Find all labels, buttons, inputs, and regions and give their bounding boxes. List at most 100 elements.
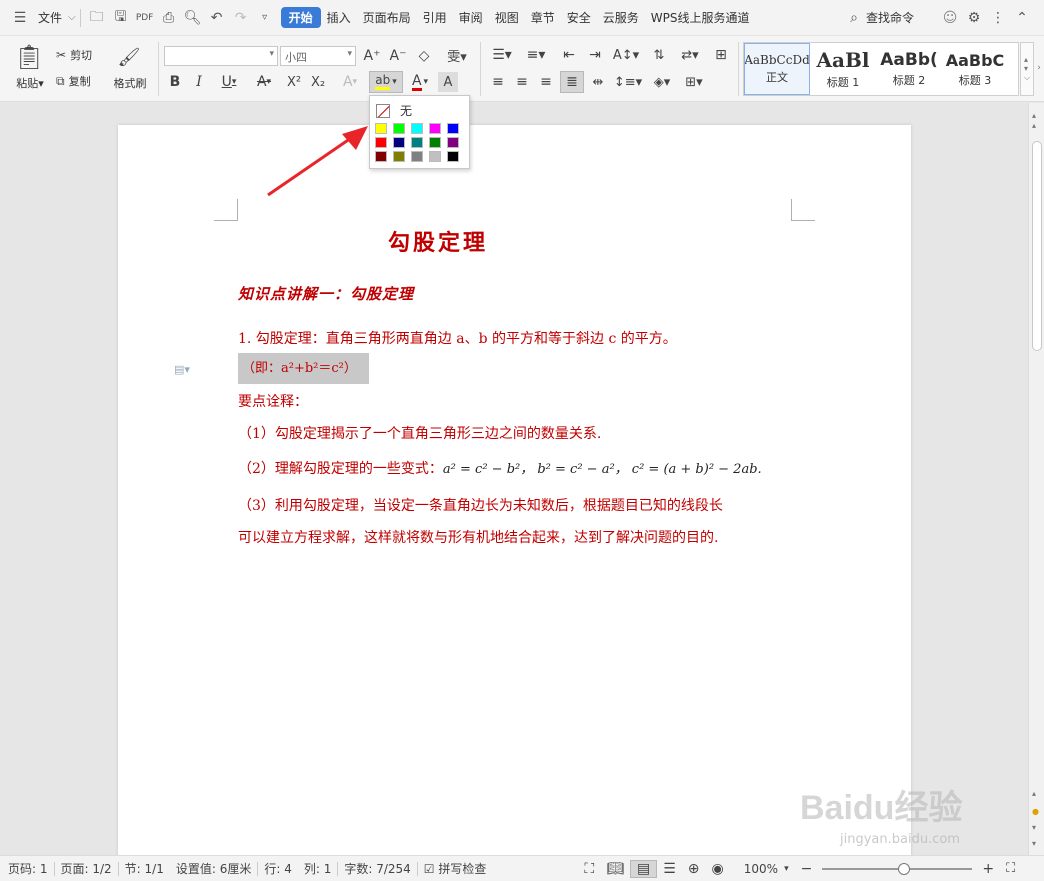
tab-review[interactable]: 审阅	[453, 9, 489, 26]
zoom-slider-thumb[interactable]	[898, 862, 911, 875]
bold-icon[interactable]: B	[166, 72, 184, 92]
strikethrough-icon[interactable]: A ▾	[250, 72, 278, 92]
font-size-select[interactable]: 小四	[280, 46, 356, 66]
pdf-icon[interactable]: PDF	[133, 6, 157, 30]
search-command[interactable]: 查找命令	[866, 9, 920, 26]
outline-view-icon[interactable]: ☰	[657, 861, 682, 877]
highlight-color-swatch[interactable]	[429, 137, 441, 148]
format-painter-icon[interactable]: 🖌︎	[116, 44, 142, 70]
tab-page-layout[interactable]: 页面布局	[357, 9, 417, 26]
tab-view[interactable]: 视图	[489, 9, 525, 26]
highlight-color-swatch[interactable]	[429, 123, 441, 134]
scroll-up-icon[interactable]: ▴	[1032, 121, 1036, 130]
tab-home[interactable]: 开始	[280, 7, 321, 28]
status-section[interactable]: 节: 1/1	[119, 860, 170, 877]
tab-insert[interactable]: 插入	[321, 9, 357, 26]
preview-icon[interactable]: 🔍︎	[181, 6, 205, 30]
italic-icon[interactable]: I	[190, 72, 208, 92]
highlight-color-swatch[interactable]	[447, 151, 459, 162]
web-view-icon[interactable]: ⊕	[682, 861, 706, 877]
zoom-in-icon[interactable]: +	[976, 861, 1000, 877]
ribbon-scroll-right-icon[interactable]: ›	[1034, 60, 1044, 76]
sort-icon[interactable]: ⇅	[648, 44, 670, 66]
shrink-font-icon[interactable]: A⁻	[388, 46, 408, 66]
zoom-chevron-icon[interactable]: ▾	[784, 864, 789, 874]
scroll-down-icon[interactable]: ▾	[1032, 839, 1036, 848]
zoom-level[interactable]: 100%	[738, 862, 784, 876]
superscript-icon[interactable]: X²	[284, 72, 304, 92]
open-icon[interactable]: 🗀	[85, 6, 109, 30]
highlight-color-swatch[interactable]	[393, 137, 405, 148]
show-marks-icon[interactable]: ⇄▾	[676, 44, 704, 66]
scroll-up-icon[interactable]: ▴	[1032, 111, 1036, 120]
eye-protection-icon[interactable]: ◉	[706, 861, 730, 877]
style-heading-2[interactable]: AaBb( 标题 2	[876, 43, 942, 95]
align-left-icon[interactable]: ≡	[488, 72, 508, 92]
zoom-slider[interactable]	[822, 862, 973, 875]
paste-button[interactable]: 粘贴 ▾	[8, 76, 52, 91]
tab-wps-online[interactable]: WPS线上服务通道	[645, 9, 756, 26]
style-normal[interactable]: AaBbCcDd 正文	[744, 43, 810, 95]
status-word-count[interactable]: 字数: 7/254	[338, 860, 416, 877]
char-shading-icon[interactable]: A	[438, 72, 458, 92]
document-page[interactable]: 勾股定理 知识点讲解一：勾股定理 1. 勾股定理：直角三角形两直角边 a、b 的…	[118, 125, 911, 865]
spellcheck-button[interactable]: ☑ 拼写检查	[418, 860, 493, 877]
format-painter-button[interactable]: 格式刷	[108, 76, 152, 90]
align-center-icon[interactable]: ≡	[512, 72, 532, 92]
vertical-scrollbar[interactable]: ▴ ▴ ▴ ● ▾ ▾	[1028, 103, 1044, 855]
line-spacing-icon[interactable]: ↕≡▾	[614, 72, 642, 92]
zoom-out-icon[interactable]: −	[795, 861, 819, 877]
paste-icon[interactable]: 📋︎	[14, 42, 44, 72]
style-heading-1[interactable]: AaBl 标题 1	[810, 43, 876, 95]
tab-security[interactable]: 安全	[561, 9, 597, 26]
more-icon[interactable]: ⋮	[986, 6, 1010, 30]
scroll-select-browse-icon[interactable]: ●	[1032, 807, 1039, 816]
text-effect-icon[interactable]: A ▾	[336, 72, 364, 92]
highlight-color-swatch[interactable]	[411, 151, 423, 162]
status-page[interactable]: 页面: 1/2	[55, 860, 118, 877]
distribute-icon[interactable]: ⇹	[588, 72, 608, 92]
close-icon[interactable]: ⌃	[1010, 6, 1034, 30]
highlight-color-button[interactable]: ab ▾	[369, 71, 403, 93]
phonetic-icon[interactable]: 雯▾	[442, 44, 472, 66]
subscript-icon[interactable]: X₂	[308, 72, 328, 92]
table-border-icon[interactable]: ⊞	[710, 44, 732, 66]
clear-format-icon[interactable]: ◇	[414, 46, 434, 66]
feedback-icon[interactable]: ☺	[938, 6, 962, 30]
font-name-select[interactable]	[164, 46, 278, 66]
fullscreen-icon[interactable]: ⛶	[578, 861, 600, 877]
scrollbar-thumb[interactable]	[1032, 141, 1042, 351]
scroll-prev-page-icon[interactable]: ▴	[1032, 789, 1036, 798]
print-icon[interactable]: ⎙	[157, 6, 181, 30]
no-highlight-option[interactable]: 无	[376, 102, 412, 119]
highlight-color-swatch[interactable]	[447, 137, 459, 148]
tab-cloud[interactable]: 云服务	[597, 9, 645, 26]
file-menu[interactable]: 文件	[32, 9, 68, 26]
styles-scroll-icon[interactable]: ▴ ▾ ⌵	[1020, 42, 1034, 96]
status-setting[interactable]: 设置值: 6厘米	[170, 860, 258, 877]
file-menu-chevron-icon[interactable]: ⌵	[68, 12, 76, 23]
menu-icon[interactable]: ☰	[8, 6, 32, 30]
increase-indent-icon[interactable]: ⇥	[584, 44, 606, 66]
settings-icon[interactable]: ⚙	[962, 6, 986, 30]
save-icon[interactable]: 🖫	[109, 6, 133, 30]
style-heading-3[interactable]: AaBbC 标题 3	[942, 43, 1008, 95]
cut-button[interactable]: ✂ 剪切	[56, 46, 92, 64]
highlight-color-swatch[interactable]	[411, 123, 423, 134]
highlight-color-swatch[interactable]	[411, 137, 423, 148]
page-view-icon[interactable]: ▤	[630, 859, 658, 878]
quick-access-chevron-icon[interactable]: ▿	[253, 6, 277, 30]
read-mode-icon[interactable]: 📖︎	[600, 861, 630, 877]
tab-chapter[interactable]: 章节	[525, 9, 561, 26]
font-color-button[interactable]: A ▾	[406, 72, 434, 92]
redo-icon[interactable]: ↷	[229, 6, 253, 30]
decrease-indent-icon[interactable]: ⇤	[558, 44, 580, 66]
status-page-code[interactable]: 页码: 1	[0, 860, 54, 877]
align-right-icon[interactable]: ≡	[536, 72, 556, 92]
borders-icon[interactable]: ⊞▾	[680, 72, 708, 92]
tab-references[interactable]: 引用	[417, 9, 453, 26]
highlight-color-swatch[interactable]	[429, 151, 441, 162]
text-direction-icon[interactable]: A↕▾	[612, 44, 640, 66]
bullets-icon[interactable]: ☰▾	[488, 44, 516, 66]
highlight-color-swatch[interactable]	[393, 123, 405, 134]
